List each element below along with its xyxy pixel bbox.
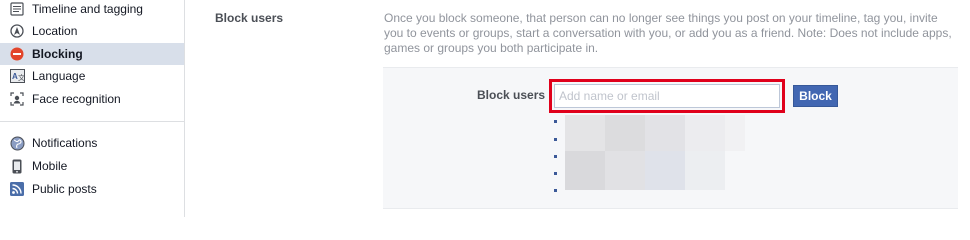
sidebar-item-label: Location: [32, 24, 78, 38]
sidebar-item-label: Timeline and tagging: [32, 2, 143, 16]
sidebar-item-public-posts[interactable]: Public posts: [0, 178, 184, 200]
mobile-icon: [9, 158, 25, 174]
redacted-name: [645, 151, 685, 190]
sidebar-item-label: Mobile: [32, 159, 68, 173]
location-icon: [9, 23, 25, 39]
redacted-name: [565, 151, 605, 190]
globe-icon: [9, 135, 25, 151]
sidebar-item-label: Blocking: [32, 47, 83, 61]
rss-icon: [9, 181, 25, 197]
list-bullet: [554, 120, 557, 123]
sidebar-divider: [0, 121, 184, 122]
timeline-icon: [9, 1, 25, 17]
redacted-name: [605, 115, 645, 151]
blocking-icon: [9, 46, 25, 62]
sidebar-item-label: Notifications: [32, 136, 98, 150]
block-user-input[interactable]: [554, 84, 780, 108]
sidebar-item-notifications[interactable]: Notifications: [0, 132, 184, 154]
face-recognition-icon: [9, 91, 25, 107]
list-bullet: [554, 172, 557, 175]
redacted-name: [725, 115, 745, 151]
section-description: Once you block someone, that person can …: [384, 11, 952, 55]
svg-text:文: 文: [18, 73, 25, 82]
redacted-name: [605, 151, 645, 190]
sidebar-item-face-recognition[interactable]: Face recognition: [0, 88, 184, 110]
redacted-name: [685, 115, 725, 151]
block-users-label: Block users: [477, 88, 546, 102]
sidebar-item-language[interactable]: A文 Language: [0, 65, 184, 87]
redacted-name: [565, 115, 605, 151]
sidebar-item-timeline-and-tagging[interactable]: Timeline and tagging: [0, 0, 184, 20]
sidebar-item-label: Language: [32, 69, 86, 83]
language-icon: A文: [9, 68, 25, 84]
settings-page: Timeline and tagging Location Blocking A…: [0, 0, 970, 217]
sidebar-item-label: Public posts: [32, 182, 97, 196]
settings-sidebar: Timeline and tagging Location Blocking A…: [0, 0, 185, 217]
redacted-name: [685, 151, 725, 190]
redacted-name: [645, 115, 685, 151]
list-bullet: [554, 189, 557, 192]
sidebar-item-blocking[interactable]: Blocking: [0, 43, 184, 65]
list-bullet: [554, 155, 557, 158]
section-title: Block users: [215, 11, 284, 25]
sidebar-item-label: Face recognition: [32, 92, 121, 106]
block-button[interactable]: Block: [793, 85, 838, 107]
sidebar-item-location[interactable]: Location: [0, 20, 184, 42]
sidebar-item-mobile[interactable]: Mobile: [0, 155, 184, 177]
list-bullet: [554, 138, 557, 141]
